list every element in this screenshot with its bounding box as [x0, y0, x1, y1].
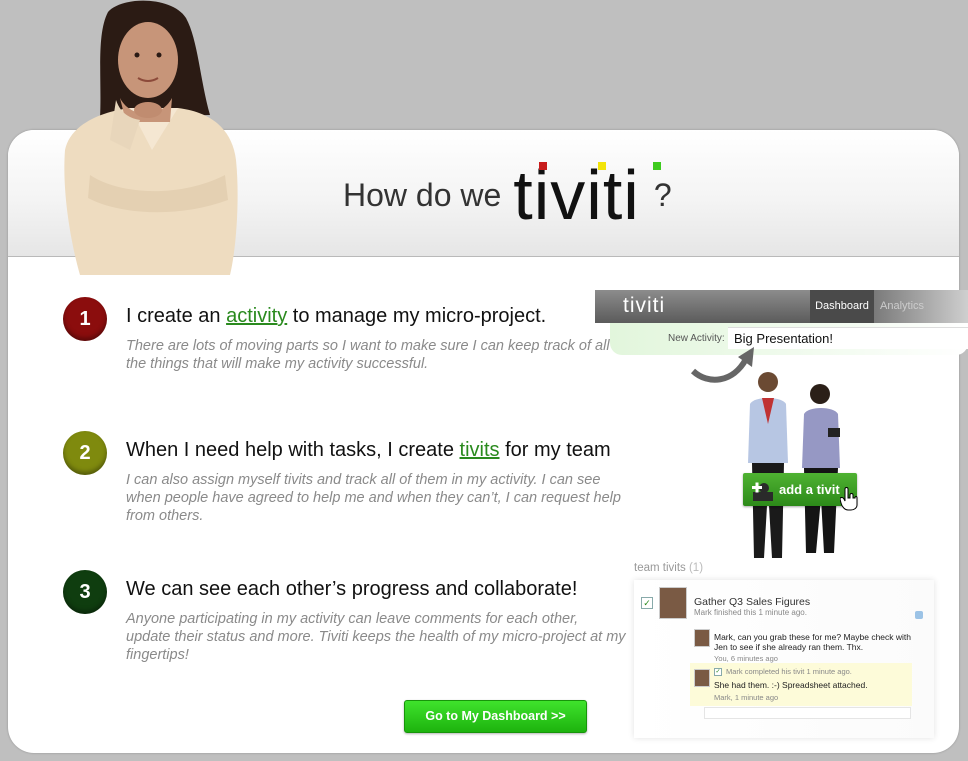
- step-description: Anyone participating in my activity can …: [126, 611, 626, 663]
- hand-cursor-icon: [840, 487, 858, 511]
- add-user-icon: [752, 482, 773, 501]
- avatar: [694, 629, 710, 647]
- logo-dot-yellow: [598, 162, 607, 170]
- step-number-badge: 1: [63, 297, 107, 341]
- step-title-text: We can see each other’s progress and col…: [126, 578, 578, 600]
- completed-status: Mark completed his tivit 1 minute ago.: [726, 667, 852, 676]
- checkbox-checked-icon: ✓: [641, 597, 653, 609]
- activity-link[interactable]: activity: [226, 305, 287, 327]
- tivit-title: Gather Q3 Sales Figures: [694, 596, 811, 608]
- comment-reply-input[interactable]: [704, 707, 911, 719]
- new-activity-label: New Activity:: [668, 333, 725, 344]
- step-title-text: for my team: [505, 439, 611, 461]
- team-tivits-label: team tivits (1): [634, 562, 703, 574]
- tab-dashboard: Dashboard: [810, 290, 874, 323]
- headline-text: How do we: [343, 176, 502, 213]
- mock-app-bar: tiviti Dashboard Analytics: [595, 290, 968, 323]
- avatar: [659, 587, 687, 619]
- step-title: I create an activity to manage my micro-…: [126, 305, 546, 328]
- comment-meta: You, 6 minutes ago: [714, 654, 778, 663]
- headline: How do we tiviti ?: [343, 160, 672, 230]
- tiviti-logo-text: tiviti: [513, 156, 640, 234]
- tab-analytics: Analytics: [874, 290, 968, 323]
- team-tivits-panel: ✓ Gather Q3 Sales Figures Mark finished …: [634, 580, 934, 738]
- logo-dot-green: [653, 162, 662, 170]
- checkbox-checked-icon: ✓: [714, 668, 722, 676]
- step-title: When I need help with tasks, I create ti…: [126, 439, 611, 462]
- new-activity-bar: New Activity: Big Presentation!: [610, 323, 968, 355]
- tiviti-logo: tiviti: [513, 160, 662, 230]
- woman-illustration: [64, 0, 238, 275]
- comment-meta: Mark, 1 minute ago: [714, 693, 779, 702]
- step-title-text: I create an: [126, 305, 221, 327]
- step-title-text: to manage my micro-project.: [292, 305, 547, 327]
- step-number-badge: 3: [63, 570, 107, 614]
- step-description: I can also assign myself tivits and trac…: [126, 472, 621, 524]
- step-number-badge: 2: [63, 431, 107, 475]
- go-to-dashboard-button[interactable]: Go to My Dashboard >>: [404, 700, 587, 733]
- step-title-text: When I need help with tasks, I create: [126, 439, 454, 461]
- tivits-link[interactable]: tivits: [460, 439, 500, 461]
- people-illustration: [748, 372, 840, 558]
- question-mark: ?: [653, 176, 672, 213]
- comment-text: She had them. :-) Spreadsheet attached.: [714, 680, 868, 690]
- add-tivit-label: add a tivit: [779, 482, 840, 497]
- step-description: There are lots of moving parts so I want…: [126, 338, 610, 372]
- team-tivits-title: team tivits: [634, 562, 686, 574]
- step-title: We can see each other’s progress and col…: [126, 578, 577, 601]
- comment-text: Mark, can you grab these for me? Maybe c…: [714, 632, 912, 652]
- new-activity-input: Big Presentation!: [728, 327, 968, 349]
- comment-bubble-icon: [915, 611, 923, 619]
- completed-note: ✓ Mark completed his tivit 1 minute ago.…: [690, 663, 912, 706]
- logo-dot-red: [539, 162, 548, 170]
- mock-app-logo: tiviti: [623, 294, 666, 317]
- team-tivits-count: (1): [688, 562, 704, 574]
- tivit-status: Mark finished this 1 minute ago.: [694, 608, 807, 617]
- avatar: [694, 669, 710, 687]
